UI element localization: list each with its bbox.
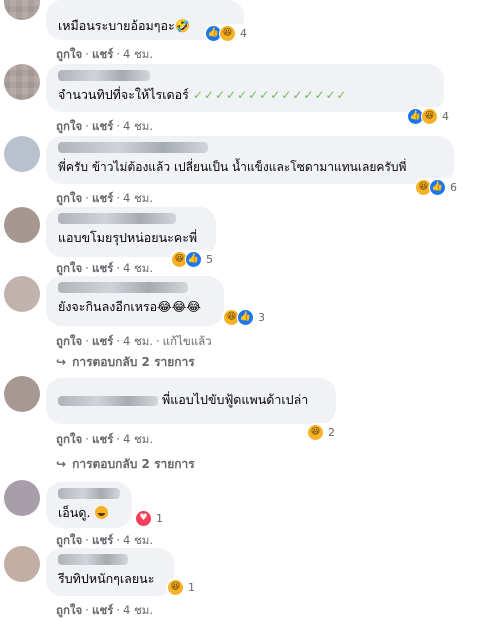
view-replies-link[interactable]: ↪ การตอบกลับ 2 รายการ xyxy=(56,353,195,372)
timestamp[interactable]: 4 ชม. xyxy=(123,533,153,547)
share-link[interactable]: แชร์ xyxy=(92,432,113,446)
reaction-count: 3 xyxy=(258,311,265,324)
avatar[interactable] xyxy=(4,480,40,516)
timestamp[interactable]: 4 ชม. xyxy=(123,119,153,133)
like-reaction-icon: 👍 xyxy=(185,251,202,268)
commenter-name[interactable] xyxy=(58,142,208,153)
reaction-summary[interactable]: 😆 👍 3 xyxy=(222,308,268,327)
reaction-summary[interactable]: 😆 1 xyxy=(166,578,198,597)
timestamp[interactable]: 4 ชม. xyxy=(123,334,153,348)
reply-arrow-icon: ↪ xyxy=(56,355,67,369)
love-reaction-icon: ♥ xyxy=(135,510,152,527)
reaction-count: 6 xyxy=(450,181,457,194)
like-link[interactable]: ถูกใจ xyxy=(56,334,82,348)
share-link[interactable]: แชร์ xyxy=(92,533,113,547)
commenter-name[interactable] xyxy=(58,282,188,293)
avatar[interactable] xyxy=(4,207,40,243)
comment-actions: ถูกใจ · แชร์ · 4 ชม. xyxy=(56,191,154,205)
comment-bubble: รีบทิปหนักๆเลยนะ xyxy=(46,548,174,596)
comment-actions: ถูกใจ · แชร์ · 4 ชม. xyxy=(56,603,154,617)
like-link[interactable]: ถูกใจ xyxy=(56,533,82,547)
comment-text: รีบทิปหนักๆเลยนะ xyxy=(58,571,155,586)
like-link[interactable]: ถูกใจ xyxy=(56,432,82,446)
comment-text: เอ็นดู. xyxy=(58,505,120,521)
comment-text: พี่แอบไปขับฟู้ดแพนด้าเปล่า xyxy=(58,392,324,408)
reaction-summary[interactable]: 😆 2 xyxy=(306,423,338,442)
comment-text: จำนวนทิปที่จะให้ไรเดอร์ ✓✓✓✓✓✓✓✓✓✓✓✓✓✓ xyxy=(58,87,348,102)
laughing-emoji-icon xyxy=(95,506,109,519)
avatar[interactable] xyxy=(4,376,40,412)
replies-label: การตอบกลับ 2 รายการ xyxy=(72,355,195,369)
like-link[interactable]: ถูกใจ xyxy=(56,119,82,133)
replies-label: การตอบกลับ 2 รายการ xyxy=(72,457,195,471)
reaction-count: 5 xyxy=(206,253,213,266)
reaction-count: 1 xyxy=(156,512,163,525)
reaction-count: 1 xyxy=(188,581,195,594)
like-link[interactable]: ถูกใจ xyxy=(56,261,82,275)
reaction-summary[interactable]: ♥ 1 xyxy=(134,509,166,528)
like-link[interactable]: ถูกใจ xyxy=(56,603,82,617)
reaction-summary[interactable]: 😆 👍 5 xyxy=(170,250,216,269)
commenter-name[interactable] xyxy=(58,488,120,499)
reaction-summary[interactable]: 👍 😆 4 xyxy=(204,24,250,43)
check-emoji: ✓✓✓✓✓✓✓✓✓✓✓✓✓✓ xyxy=(192,88,348,102)
comment-bubble: ยังจะกินลงอีกเหรอ😂😂😂 xyxy=(46,276,224,326)
like-reaction-icon: 👍 xyxy=(237,309,254,326)
haha-reaction-icon: 😆 xyxy=(421,108,438,125)
comment-bubble: พี่ครับ ข้าวไม่ต้องแล้ว เปลี่ยนเป็น น้ำแ… xyxy=(46,136,454,184)
haha-reaction-icon: 😆 xyxy=(219,25,236,42)
share-link[interactable]: แชร์ xyxy=(92,334,113,348)
like-link[interactable]: ถูกใจ xyxy=(56,47,82,61)
commenter-name[interactable] xyxy=(58,554,128,565)
share-link[interactable]: แชร์ xyxy=(92,603,113,617)
commenter-name[interactable] xyxy=(58,70,150,81)
timestamp[interactable]: 4 ชม. xyxy=(123,191,153,205)
comment-bubble: จำนวนทิปที่จะให้ไรเดอร์ ✓✓✓✓✓✓✓✓✓✓✓✓✓✓ xyxy=(46,64,444,112)
timestamp[interactable]: 4 ชม. xyxy=(123,603,153,617)
comment-actions: ถูกใจ · แชร์ · 4 ชม. xyxy=(56,47,154,61)
timestamp[interactable]: 4 ชม. xyxy=(123,432,153,446)
timestamp[interactable]: 4 ชม. xyxy=(123,261,153,275)
comment-bubble: เอ็นดู. xyxy=(46,482,132,528)
avatar[interactable] xyxy=(4,546,40,582)
view-replies-link[interactable]: ↪ การตอบกลับ 2 รายการ xyxy=(56,455,195,474)
comment-text: ยังจะกินลงอีกเหรอ😂😂😂 xyxy=(58,299,201,314)
reaction-summary[interactable]: 😆 👍 6 xyxy=(414,178,460,197)
like-link[interactable]: ถูกใจ xyxy=(56,191,82,205)
avatar[interactable] xyxy=(4,276,40,312)
comment-actions: ถูกใจ · แชร์ · 4 ชม. xyxy=(56,119,154,133)
commenter-name[interactable] xyxy=(58,213,176,224)
haha-reaction-icon: 😆 xyxy=(167,579,184,596)
avatar[interactable] xyxy=(4,136,40,172)
comment-text: พี่ครับ ข้าวไม่ต้องแล้ว เปลี่ยนเป็น น้ำแ… xyxy=(58,160,407,174)
avatar[interactable] xyxy=(4,64,40,100)
share-link[interactable]: แชร์ xyxy=(92,119,113,133)
comment-actions: ถูกใจ · แชร์ · 4 ชม. xyxy=(56,432,154,446)
share-link[interactable]: แชร์ xyxy=(92,47,113,61)
avatar[interactable] xyxy=(4,0,40,20)
edited-label: แก้ไขแล้ว xyxy=(162,334,212,348)
comment-actions: ถูกใจ · แชร์ · 4 ชม. · แก้ไขแล้ว xyxy=(56,334,212,348)
like-reaction-icon: 👍 xyxy=(429,179,446,196)
reaction-summary[interactable]: 👍 😆 4 xyxy=(406,107,452,126)
comment-bubble: พี่แอบไปขับฟู้ดแพนด้าเปล่า xyxy=(46,378,336,424)
reply-arrow-icon: ↪ xyxy=(56,457,67,471)
reaction-count: 4 xyxy=(442,110,449,123)
timestamp[interactable]: 4 ชม. xyxy=(123,47,153,61)
comment-text: แอบขโมยรุปหน่อยนะคะพี่ xyxy=(58,230,198,245)
share-link[interactable]: แชร์ xyxy=(92,191,113,205)
share-link[interactable]: แชร์ xyxy=(92,261,113,275)
commenter-name[interactable] xyxy=(58,395,158,406)
reaction-count: 4 xyxy=(240,27,247,40)
haha-reaction-icon: 😆 xyxy=(307,424,324,441)
reaction-count: 2 xyxy=(328,426,335,439)
